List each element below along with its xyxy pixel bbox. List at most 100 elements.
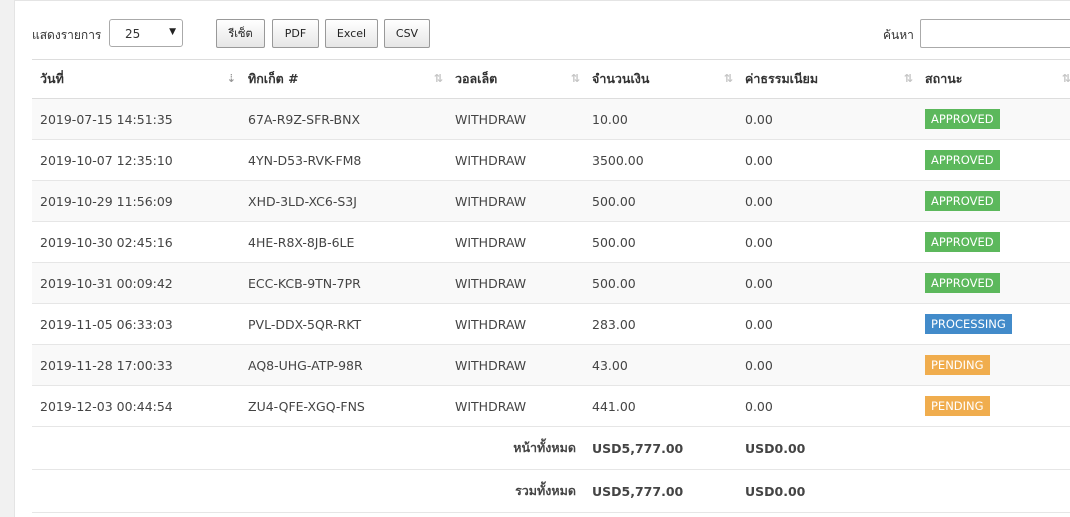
sort-icon: ⇅ [903,72,913,85]
cell-amount: 283.00 [584,303,737,345]
cell-ticket: 4YN-D53-RVK-FM8 [240,139,447,181]
cell-date: 2019-10-29 11:56:09 [32,180,240,222]
cell-ticket: ECC-KCB-9TN-7PR [240,262,447,304]
cell-date: 2019-11-05 06:33:03 [32,303,240,345]
status-badge: APPROVED [925,273,1000,293]
table-toolbar: แสดงรายการ 25 ▼ รีเซ็ต PDF Excel CSV ค้น… [15,19,1070,51]
table-header-row: วันที่ ⇣ ทิกเก็ต # ⇅ วอลเล็ต ⇅ จำนวนเงิน ⇅ ค… [32,59,1070,99]
status-badge: PENDING [925,396,990,416]
cell-amount: 3500.00 [584,139,737,181]
column-header-status[interactable]: สถานะ ⇅ [917,59,1070,99]
cell-status: PENDING [917,344,1070,386]
status-badge: APPROVED [925,109,1000,129]
total-fee: USD0.00 [737,426,917,470]
total-fee: USD0.00 [737,469,917,513]
chevron-down-icon: ▼ [169,27,176,37]
transactions-table: วันที่ ⇣ ทิกเก็ต # ⇅ วอลเล็ต ⇅ จำนวนเงิน ⇅ ค… [32,59,1070,513]
cell-fee: 0.00 [737,344,917,386]
search-label: ค้นหา [883,28,914,42]
cell-amount: 500.00 [584,221,737,263]
cell-fee: 0.00 [737,180,917,222]
pdf-button[interactable]: PDF [272,19,319,48]
total-amount: USD5,777.00 [584,469,737,513]
cell-fee: 0.00 [737,385,917,427]
cell-wallet: WITHDRAW [447,344,584,386]
cell-status: APPROVED [917,262,1070,304]
cell-status: APPROVED [917,180,1070,222]
table-row: 2019-10-30 02:45:16 4HE-R8X-8JB-6LE WITHDR… [32,221,1070,263]
cell-date: 2019-11-28 17:00:33 [32,344,240,386]
cell-amount: 43.00 [584,344,737,386]
table-row: 2019-12-03 00:44:54 ZU4-QFE-XGQ-FNS WITHDR… [32,385,1070,427]
cell-wallet: WITHDRAW [447,180,584,222]
cell-fee: 0.00 [737,98,917,140]
table-row: 2019-10-31 00:09:42 ECC-KCB-9TN-7PR WITHDR… [32,262,1070,304]
cell-amount: 10.00 [584,98,737,140]
cell-amount: 500.00 [584,262,737,304]
cell-date: 2019-12-03 00:44:54 [32,385,240,427]
table-row: 2019-11-05 06:33:03 PVL-DDX-5QR-RKT WITHDR… [32,303,1070,345]
sort-icon: ⇅ [570,72,580,85]
table-row: 2019-10-29 11:56:09 XHD-3LD-XC6-S3J WITHDR… [32,180,1070,222]
column-header-ticket[interactable]: ทิกเก็ต # ⇅ [240,59,447,99]
csv-button[interactable]: CSV [384,19,430,48]
total-label: รวมทั้งหมด [32,469,584,513]
cell-ticket: PVL-DDX-5QR-RKT [240,303,447,345]
cell-date: 2019-10-30 02:45:16 [32,221,240,263]
cell-amount: 500.00 [584,180,737,222]
cell-status: APPROVED [917,221,1070,263]
search-input[interactable] [920,19,1070,48]
total-empty [917,426,1070,470]
status-badge: APPROVED [925,232,1000,252]
cell-ticket: ZU4-QFE-XGQ-FNS [240,385,447,427]
table-row: 2019-10-07 12:35:10 4YN-D53-RVK-FM8 WITHDR… [32,139,1070,181]
column-header-date[interactable]: วันที่ ⇣ [32,59,240,99]
cell-wallet: WITHDRAW [447,385,584,427]
status-badge: PROCESSING [925,314,1012,334]
page-total-row: หน้าทั้งหมด USD5,777.00 USD0.00 [32,426,1070,470]
page-length-value: 25 [125,27,141,41]
table-row: 2019-11-28 17:00:33 AQ8-UHG-ATP-98R WITHDR… [32,344,1070,386]
cell-wallet: WITHDRAW [447,139,584,181]
cell-ticket: XHD-3LD-XC6-S3J [240,180,447,222]
reset-button[interactable]: รีเซ็ต [216,19,265,48]
sort-desc-icon: ⇣ [226,72,236,85]
status-badge: APPROVED [925,191,1000,211]
cell-status: APPROVED [917,98,1070,140]
cell-status: APPROVED [917,139,1070,181]
total-amount: USD5,777.00 [584,426,737,470]
cell-date: 2019-10-07 12:35:10 [32,139,240,181]
page-length-select[interactable]: 25 ▼ [109,19,183,47]
transactions-panel: แสดงรายการ 25 ▼ รีเซ็ต PDF Excel CSV ค้น… [14,0,1070,517]
sort-icon: ⇅ [1061,72,1070,85]
table-row: 2019-07-15 14:51:35 67A-R9Z-SFR-BNX WITHDR… [32,98,1070,140]
cell-status: PROCESSING [917,303,1070,345]
cell-date: 2019-07-15 14:51:35 [32,98,240,140]
cell-wallet: WITHDRAW [447,303,584,345]
column-header-fee[interactable]: ค่าธรรมเนียม ⇅ [737,59,917,99]
cell-amount: 441.00 [584,385,737,427]
cell-date: 2019-10-31 00:09:42 [32,262,240,304]
cell-wallet: WITHDRAW [447,98,584,140]
cell-fee: 0.00 [737,139,917,181]
cell-wallet: WITHDRAW [447,221,584,263]
cell-wallet: WITHDRAW [447,262,584,304]
cell-fee: 0.00 [737,221,917,263]
sort-icon: ⇅ [433,72,443,85]
cell-ticket: 4HE-R8X-8JB-6LE [240,221,447,263]
grand-total-row: รวมทั้งหมด USD5,777.00 USD0.00 [32,469,1070,513]
excel-button[interactable]: Excel [325,19,378,48]
status-badge: PENDING [925,355,990,375]
sort-icon: ⇅ [723,72,733,85]
total-label: หน้าทั้งหมด [32,426,584,470]
cell-fee: 0.00 [737,262,917,304]
cell-ticket: 67A-R9Z-SFR-BNX [240,98,447,140]
status-badge: APPROVED [925,150,1000,170]
column-header-amount[interactable]: จำนวนเงิน ⇅ [584,59,737,99]
column-header-wallet[interactable]: วอลเล็ต ⇅ [447,59,584,99]
page-length-label: แสดงรายการ [32,28,102,42]
cell-ticket: AQ8-UHG-ATP-98R [240,344,447,386]
cell-fee: 0.00 [737,303,917,345]
total-empty [917,469,1070,513]
cell-status: PENDING [917,385,1070,427]
